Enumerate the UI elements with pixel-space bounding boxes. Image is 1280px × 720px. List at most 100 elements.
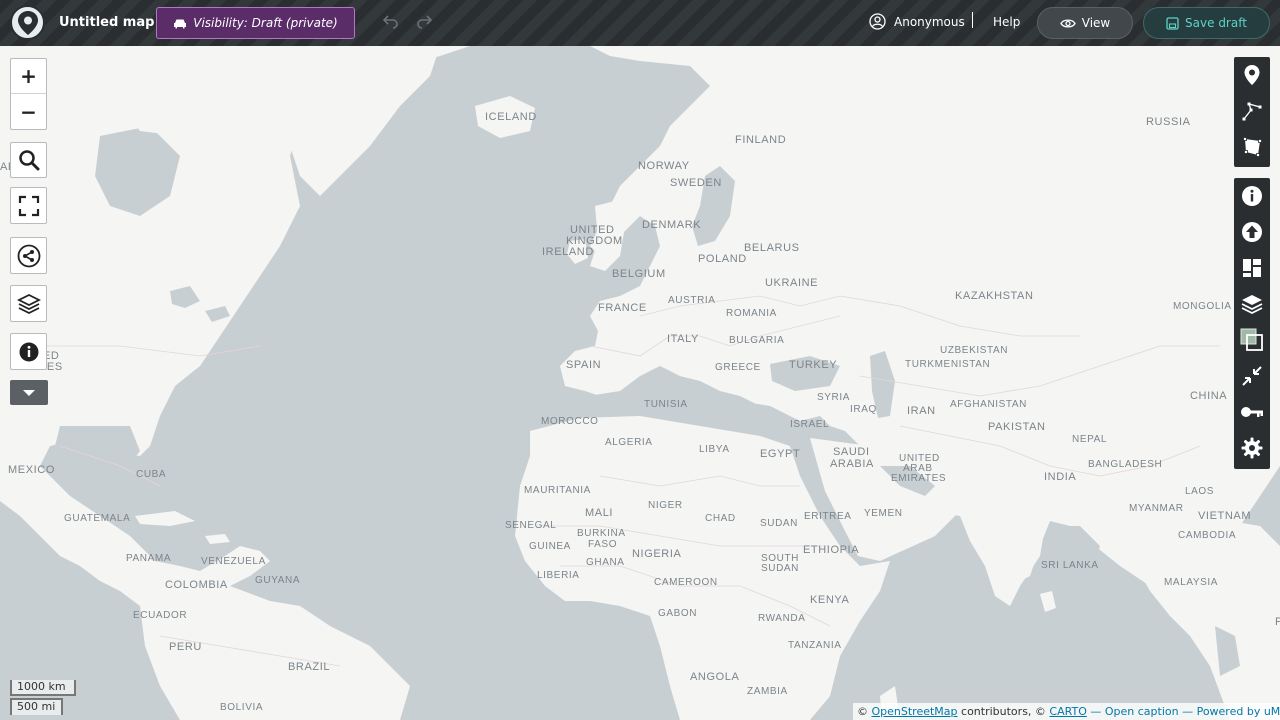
scale-km: 1000 km <box>10 680 76 696</box>
layers-icon <box>16 293 41 314</box>
settings-toolbar <box>1234 178 1270 469</box>
attribution-prefix: © <box>857 705 872 718</box>
more-controls-toggle[interactable] <box>10 380 48 405</box>
map-label: PAKISTAN <box>988 421 1046 433</box>
map-label: VIETNAM <box>1198 510 1252 522</box>
map-label: UKRAINE <box>765 277 819 289</box>
map-label: SUDAN <box>760 518 799 529</box>
map-label: FASO <box>588 539 618 550</box>
logo-pin-icon <box>17 10 38 35</box>
draw-polygon-button[interactable] <box>1234 129 1270 165</box>
map-label: KAZAKHSTAN <box>955 290 1034 302</box>
templates-button[interactable] <box>1234 250 1270 286</box>
map-label: LIBYA <box>699 444 730 455</box>
attribution: © OpenStreetMap contributors, © CARTO — … <box>853 703 1280 720</box>
user-name: Anonymous <box>894 14 965 29</box>
open-caption-link[interactable]: — Open caption <box>1087 705 1178 718</box>
map-label: SAUDI <box>833 446 870 458</box>
map-label: RWANDA <box>758 613 806 624</box>
map-label: SPAIN <box>566 359 602 371</box>
map-label: ZAMBIA <box>747 686 788 697</box>
gear-icon <box>1241 437 1263 459</box>
umap-logo[interactable] <box>10 5 45 40</box>
zoom-out-button[interactable]: − <box>11 94 46 129</box>
tilelayer-icon <box>1240 328 1263 351</box>
map-label: MEXICO <box>8 464 55 476</box>
share-icon <box>17 244 40 267</box>
powered-by-umap-link[interactable]: — Powered by uMap <box>1179 705 1280 718</box>
map-label: SWEDEN <box>670 177 722 189</box>
marker-icon <box>1244 65 1260 85</box>
search-button[interactable] <box>10 142 47 178</box>
map-label: NIGER <box>648 500 683 511</box>
manage-layers-button[interactable] <box>1234 286 1270 322</box>
map-label: SUDAN <box>761 563 800 574</box>
carto-link[interactable]: CARTO <box>1049 705 1086 718</box>
user-icon <box>869 13 886 30</box>
map-label: ECUADOR <box>133 610 188 621</box>
user-menu[interactable]: Anonymous <box>869 13 965 30</box>
header-bar: Untitled map * Visibility: Draft (privat… <box>0 0 1280 46</box>
map-title[interactable]: Untitled map * <box>59 15 166 30</box>
search-icon <box>18 150 39 171</box>
map-label: RUSSIA <box>1146 116 1191 128</box>
map-label: FRANCE <box>598 302 647 314</box>
map-label: ISRAEL <box>790 419 830 430</box>
save-label: Save draft <box>1185 16 1247 30</box>
caption-button[interactable] <box>1234 178 1270 214</box>
help-link[interactable]: Help <box>993 15 1020 29</box>
map-label: BULGARIA <box>729 335 785 346</box>
map-label: ETHIOPIA <box>803 544 860 556</box>
map-label: POLAND <box>698 253 747 265</box>
scale-mi: 500 mi <box>10 698 63 715</box>
map-canvas[interactable]: ICELAND FINLAND NORWAY SWEDEN RUSSIA UNI… <box>0 46 1280 720</box>
map-label: GUINEA <box>529 541 571 552</box>
header-separator <box>972 12 973 28</box>
draw-line-button[interactable] <box>1234 93 1270 129</box>
info-button[interactable] <box>10 333 47 370</box>
map-label: MOROCCO <box>541 416 599 427</box>
map-label: ALGERIA <box>605 437 653 448</box>
save-icon <box>1166 16 1179 30</box>
info-icon <box>19 342 38 361</box>
import-button[interactable] <box>1234 214 1270 250</box>
map-label: GREECE <box>715 362 761 373</box>
map-label: TANZANIA <box>788 640 842 651</box>
layers-button[interactable] <box>10 285 47 322</box>
draw-marker-button[interactable] <box>1234 57 1270 93</box>
map-label: COLOMBIA <box>165 579 228 591</box>
map-label: BELARUS <box>744 242 800 254</box>
map-label: PANAMA <box>126 553 172 564</box>
map-label: KENYA <box>810 594 850 606</box>
map-label: BURKINA <box>577 528 626 539</box>
map-label: MALI <box>585 507 614 519</box>
map-label: DENMARK <box>642 219 702 231</box>
map-settings-button[interactable] <box>1234 430 1270 466</box>
polygon-icon <box>1243 137 1262 157</box>
map-label: EMIRATES <box>891 473 947 484</box>
view-button[interactable]: View <box>1037 7 1133 39</box>
draw-toolbar <box>1234 57 1270 167</box>
key-icon <box>1241 407 1263 417</box>
map-label: CHAD <box>705 513 736 524</box>
center-view-button[interactable] <box>1234 358 1270 394</box>
undo-icon[interactable] <box>381 13 401 33</box>
map-label: MONGOLIA <box>1173 301 1232 312</box>
redo-icon[interactable] <box>414 13 434 33</box>
map-label: BOLIVIA <box>220 702 264 713</box>
car-icon <box>174 19 187 28</box>
zoom-in-button[interactable]: + <box>11 59 46 94</box>
map-label: ITALY <box>667 333 699 345</box>
info-icon <box>1242 186 1262 206</box>
eye-icon <box>1060 18 1076 28</box>
permissions-button[interactable] <box>1234 394 1270 430</box>
fullscreen-button[interactable] <box>10 187 47 224</box>
osm-link[interactable]: OpenStreetMap <box>872 705 958 718</box>
change-tilelayer-button[interactable] <box>1234 322 1270 358</box>
save-draft-button[interactable]: Save draft <box>1143 7 1270 39</box>
fullscreen-icon <box>18 195 39 216</box>
basemap <box>0 46 1280 720</box>
map-label: TURKMENISTAN <box>905 359 991 370</box>
visibility-button[interactable]: Visibility: Draft (private) <box>156 7 355 39</box>
share-button[interactable] <box>10 237 47 274</box>
